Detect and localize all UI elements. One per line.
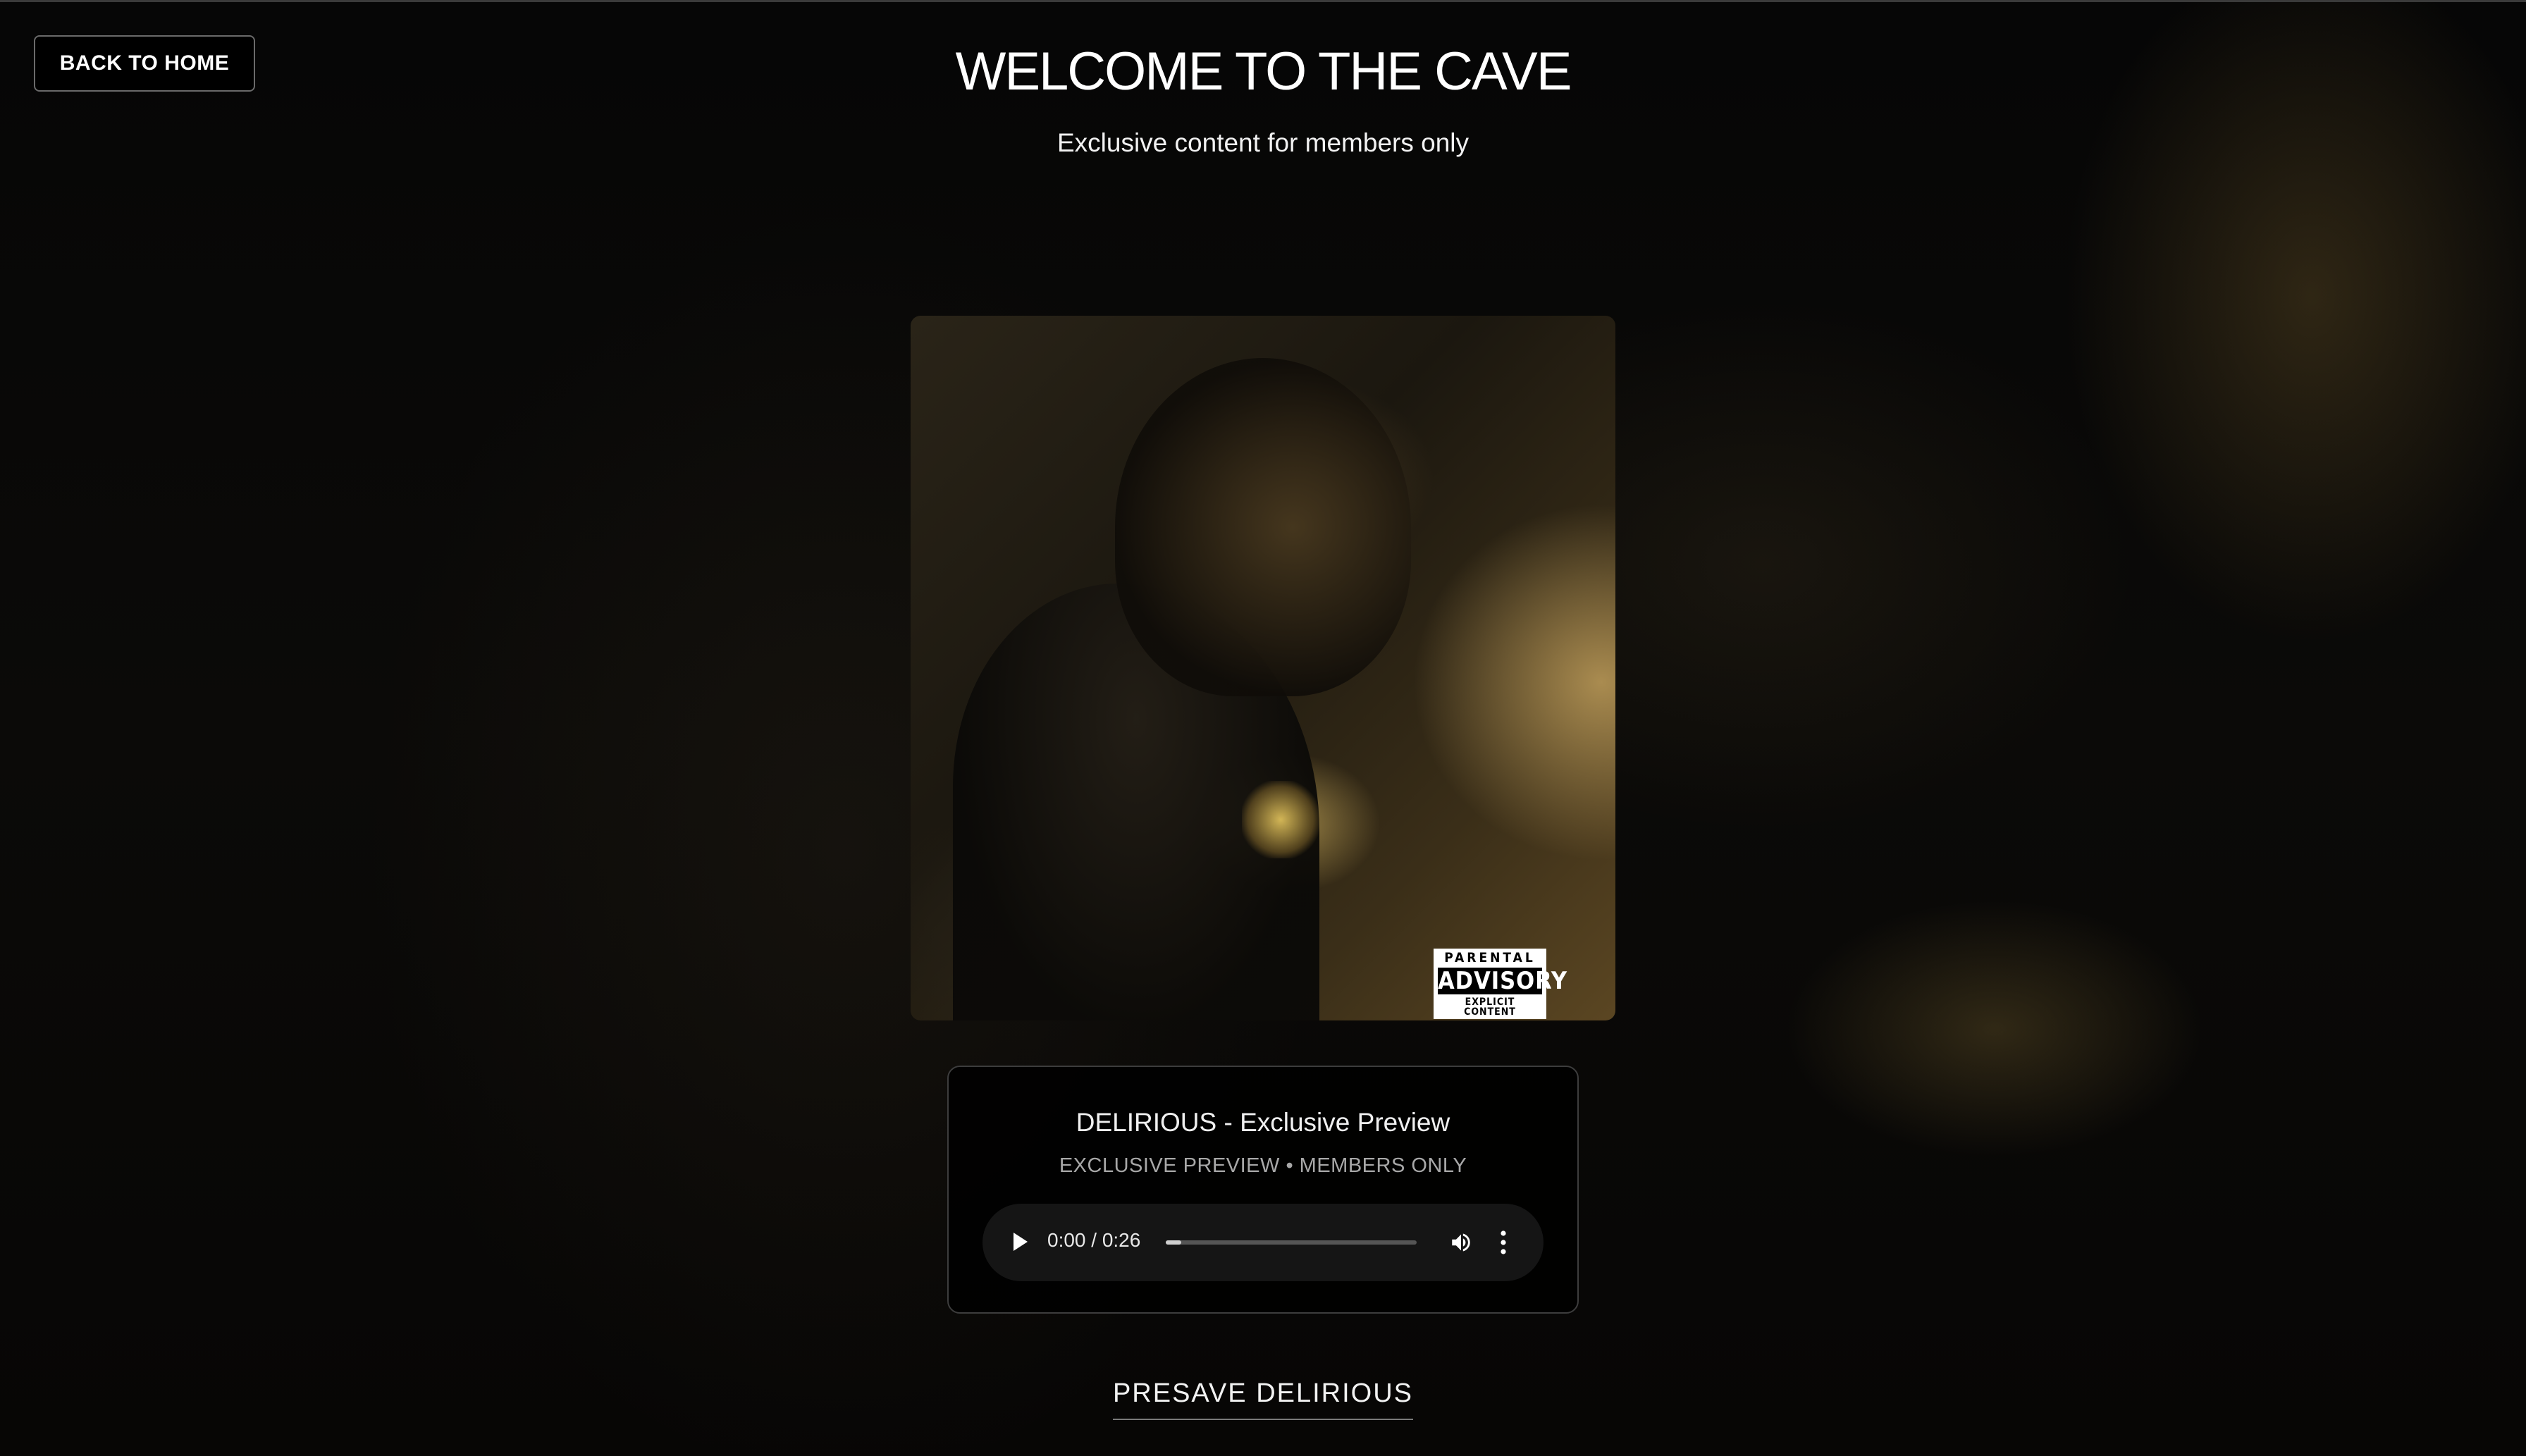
track-meta: EXCLUSIVE PREVIEW • MEMBERS ONLY [1059, 1154, 1467, 1177]
time-display: 0:00 / 0:26 [1047, 1229, 1141, 1251]
advisory-middle-text: ADVISORY [1438, 967, 1567, 995]
cover-figure-head [1115, 358, 1411, 696]
album-cover-image: PARENTAL ADVISORY EXPLICIT CONTENT [911, 316, 1615, 1020]
more-options-icon[interactable] [1500, 1229, 1507, 1256]
audio-controls: 0:00 / 0:26 [982, 1204, 1544, 1281]
volume-icon[interactable] [1449, 1230, 1473, 1254]
cover-chain [1242, 781, 1319, 858]
advisory-bottom-text: EXPLICIT CONTENT [1464, 997, 1516, 1018]
top-divider [0, 0, 2526, 2]
track-title: DELIRIOUS - Exclusive Preview [1076, 1108, 1450, 1137]
page-subtitle: Exclusive content for members only [1056, 128, 1469, 157]
seek-progress [1166, 1240, 1181, 1245]
page: BACK TO HOME WELCOME TO THE CAVE Exclusi… [0, 0, 2526, 1456]
play-icon[interactable] [1014, 1233, 1028, 1251]
seek-bar[interactable] [1166, 1240, 1417, 1245]
page-title: WELCOME TO THE CAVE [955, 42, 1572, 101]
parental-advisory-logo: PARENTAL ADVISORY EXPLICIT CONTENT [1434, 949, 1567, 1019]
presave-container: PRESAVE DELIRIOUS [0, 1378, 2526, 1420]
presave-link[interactable]: PRESAVE DELIRIOUS [1112, 1378, 1414, 1420]
advisory-top-text: PARENTAL [1444, 950, 1536, 965]
audio-player-card: DELIRIOUS - Exclusive Preview EXCLUSIVE … [947, 1066, 1579, 1314]
